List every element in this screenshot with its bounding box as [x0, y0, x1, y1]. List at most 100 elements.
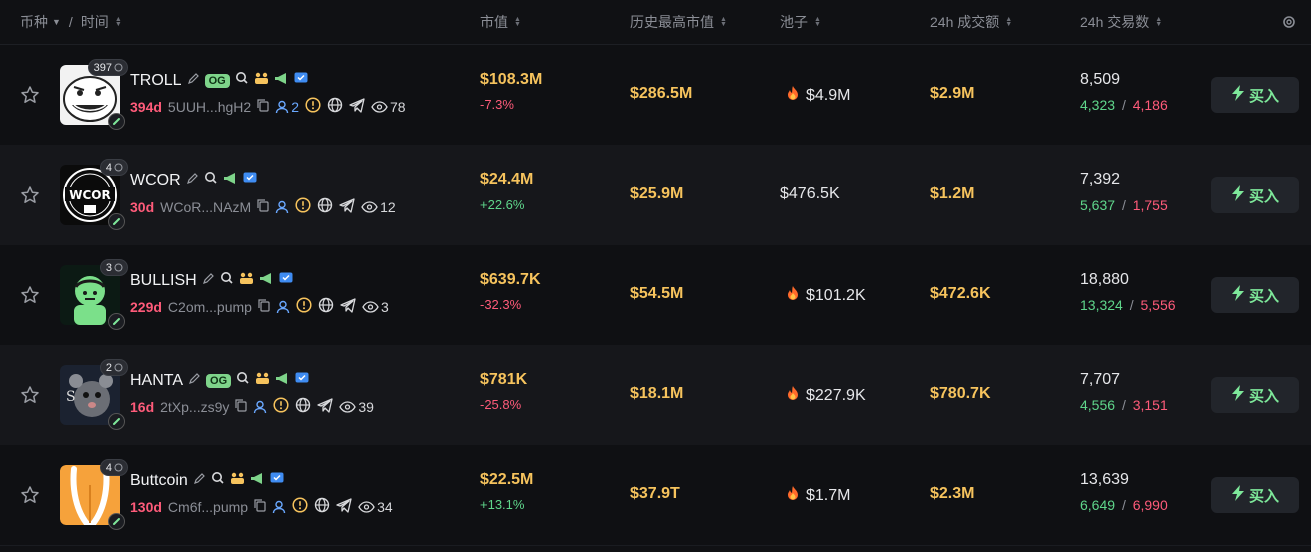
favorite-star-icon[interactable] [20, 285, 40, 305]
dev-holders-icon[interactable] [276, 300, 290, 314]
table-row[interactable]: S 2 HANTA OG 16d 2tXp...zs9y 39 $781K -2… [0, 345, 1311, 446]
copy-icon[interactable] [257, 98, 269, 115]
sort-icon[interactable]: ▲ ▼ [514, 16, 521, 28]
edit-icon[interactable] [188, 372, 201, 390]
megaphone-icon[interactable] [223, 172, 238, 190]
search-icon[interactable] [236, 371, 250, 390]
edit-icon[interactable] [202, 272, 215, 290]
header-time[interactable]: 时间 [81, 12, 109, 32]
table-row[interactable]: 4 Buttcoin 130d Cm6f...pump 34 $22.5M +1… [0, 445, 1311, 546]
sort-icon[interactable]: ▲ ▼ [115, 16, 122, 28]
telegram-icon[interactable] [339, 197, 355, 216]
token-address[interactable]: 2tXp...zs9y [160, 399, 229, 415]
token-avatar[interactable]: S 2 [60, 359, 128, 430]
buy-button[interactable]: 买入 [1211, 477, 1299, 513]
community-icon[interactable] [254, 72, 269, 90]
megaphone-icon[interactable] [274, 72, 289, 90]
favorite-star-icon[interactable] [20, 385, 40, 405]
favorite-star-icon[interactable] [20, 485, 40, 505]
sort-txcount[interactable]: 24h 交易数 ▲ ▼ [1080, 0, 1162, 44]
header-ath[interactable]: 历史最高市值 [630, 12, 714, 32]
table-row[interactable]: 3 BULLISH 229d C2om...pump 3 $639.7K -32… [0, 245, 1311, 346]
token-avatar[interactable]: WCOR 4 [60, 159, 128, 230]
buy-button[interactable]: 买入 [1211, 377, 1299, 413]
community-icon[interactable] [255, 372, 270, 390]
token-avatar[interactable]: 4 [60, 459, 128, 530]
sort-icon[interactable]: ▲ ▼ [1155, 16, 1162, 28]
copy-icon[interactable] [257, 198, 269, 215]
warning-icon[interactable] [295, 197, 311, 216]
website-globe-icon[interactable] [317, 197, 333, 216]
telegram-icon[interactable] [336, 497, 352, 516]
search-icon[interactable] [204, 171, 218, 190]
sort-coin[interactable]: 币种 ▼ / 时间 ▲ ▼ [20, 0, 122, 44]
copy-icon[interactable] [254, 498, 266, 515]
dev-holders-icon[interactable] [275, 200, 289, 214]
sort-mcap[interactable]: 市值 ▲ ▼ [480, 0, 521, 44]
search-icon[interactable] [220, 271, 234, 290]
dropdown-caret-icon[interactable]: ▼ [52, 17, 61, 27]
header-txcount[interactable]: 24h 交易数 [1080, 12, 1149, 32]
community-icon[interactable] [239, 272, 254, 290]
token-address[interactable]: Cm6f...pump [168, 499, 248, 515]
verified-icon[interactable] [279, 272, 293, 290]
verified-icon[interactable] [243, 172, 257, 190]
edit-icon[interactable] [193, 472, 206, 490]
header-pool[interactable]: 池子 [780, 12, 808, 32]
token-name[interactable]: BULLISH [130, 272, 197, 290]
website-globe-icon[interactable] [318, 297, 334, 316]
token-address[interactable]: C2om...pump [168, 299, 252, 315]
token-avatar[interactable]: 397 [60, 59, 128, 130]
table-row[interactable]: WCOR 4 WCOR 30d WCoR...NAzM 12 $24.4M +2… [0, 145, 1311, 246]
telegram-icon[interactable] [349, 97, 365, 116]
website-globe-icon[interactable] [314, 497, 330, 516]
website-globe-icon[interactable] [327, 97, 343, 116]
favorite-star-icon[interactable] [20, 185, 40, 205]
token-name[interactable]: TROLL [130, 72, 182, 90]
sort-icon[interactable]: ▲ ▼ [1005, 16, 1012, 28]
header-mcap[interactable]: 市值 [480, 12, 508, 32]
copy-icon[interactable] [235, 398, 247, 415]
token-address[interactable]: WCoR...NAzM [160, 199, 251, 215]
verified-icon[interactable] [295, 372, 309, 390]
sort-pool[interactable]: 池子 ▲ ▼ [780, 0, 821, 44]
table-row[interactable]: 397 TROLL OG 394d 5UUH...hgH2 2 78 $108.… [0, 45, 1311, 146]
token-name[interactable]: WCOR [130, 172, 181, 190]
warning-icon[interactable] [292, 497, 308, 516]
search-icon[interactable] [235, 71, 249, 90]
telegram-icon[interactable] [317, 397, 334, 416]
dev-holders-icon[interactable] [253, 400, 267, 414]
buy-button[interactable]: 买入 [1211, 177, 1299, 213]
telegram-icon[interactable] [340, 297, 356, 316]
search-icon[interactable] [211, 471, 225, 490]
verified-icon[interactable] [270, 472, 284, 490]
community-icon[interactable] [230, 472, 245, 490]
token-avatar[interactable]: 3 [60, 259, 128, 330]
warning-icon[interactable] [296, 297, 312, 316]
buy-button[interactable]: 买入 [1211, 77, 1299, 113]
warning-icon[interactable] [273, 397, 289, 416]
megaphone-icon[interactable] [259, 272, 274, 290]
megaphone-icon[interactable] [250, 472, 265, 490]
settings-icon[interactable] [1282, 0, 1296, 44]
favorite-star-icon[interactable] [20, 85, 40, 105]
edit-icon[interactable] [186, 172, 199, 190]
sort-icon[interactable]: ▲ ▼ [814, 16, 821, 28]
warning-icon[interactable] [305, 97, 321, 116]
sort-ath[interactable]: 历史最高市值 ▲ ▼ [630, 0, 727, 44]
website-globe-icon[interactable] [295, 397, 311, 416]
edit-icon[interactable] [187, 72, 200, 90]
token-name[interactable]: HANTA [130, 372, 183, 390]
dev-holders-icon[interactable]: 2 [275, 99, 299, 115]
sort-volume[interactable]: 24h 成交额 ▲ ▼ [930, 0, 1012, 44]
sort-icon[interactable]: ▲ ▼ [720, 16, 727, 28]
megaphone-icon[interactable] [275, 372, 290, 390]
token-name[interactable]: Buttcoin [130, 472, 188, 490]
copy-icon[interactable] [258, 298, 270, 315]
verified-icon[interactable] [294, 72, 308, 90]
token-address[interactable]: 5UUH...hgH2 [168, 99, 251, 115]
buy-button[interactable]: 买入 [1211, 277, 1299, 313]
header-coin[interactable]: 币种 [20, 12, 48, 32]
dev-holders-icon[interactable] [272, 500, 286, 514]
header-volume[interactable]: 24h 成交额 [930, 12, 999, 32]
